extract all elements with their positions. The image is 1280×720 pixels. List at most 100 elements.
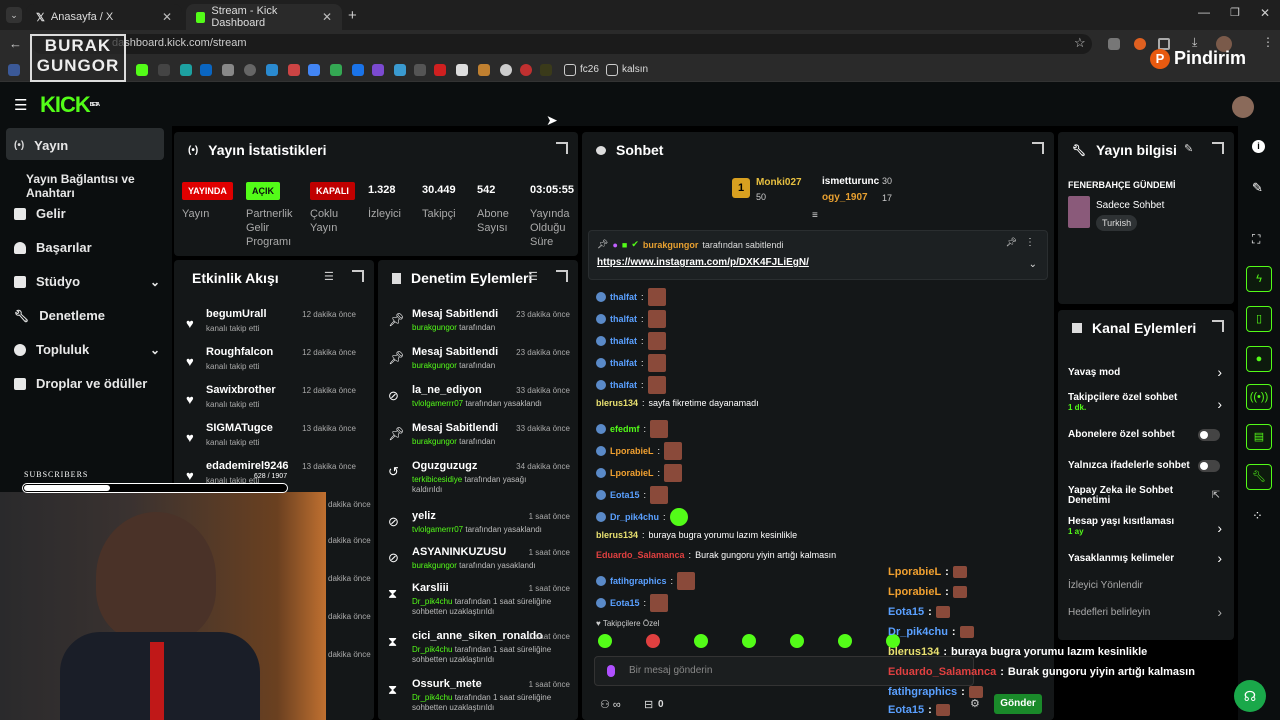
extension-icon[interactable] — [1108, 38, 1120, 50]
emote-icon[interactable] — [646, 634, 660, 648]
popout-icon[interactable] — [1212, 320, 1224, 332]
mod-actor[interactable]: burakgungor — [412, 561, 457, 570]
expand-chevron-icon[interactable]: ⌄ — [1029, 259, 1037, 270]
popout-icon[interactable] — [1032, 142, 1044, 154]
chat-username[interactable]: thalfat — [610, 292, 637, 302]
chevron-right-icon[interactable]: › — [1217, 396, 1222, 412]
tab-x[interactable]: 𝕏 Anasayfa / X ✕ — [26, 4, 182, 30]
sidebar-item-studyo[interactable]: Stüdyo ⌄ — [14, 274, 160, 289]
server-icon[interactable]: ▤ — [1246, 424, 1272, 450]
mod-actor[interactable]: burakgungor — [412, 323, 457, 332]
document-icon[interactable]: ▯ — [1246, 306, 1272, 332]
chat-username[interactable]: thalfat — [610, 358, 637, 368]
kick-logo[interactable]: KICKBETA — [40, 94, 100, 116]
mod-actor[interactable]: Dr_pik4chu — [412, 693, 452, 702]
bookmark-icon[interactable] — [222, 64, 234, 76]
broadcast-icon[interactable]: ((•)) — [1246, 384, 1272, 410]
emote-icon[interactable] — [838, 634, 852, 648]
minimize-button[interactable]: — — [1198, 5, 1210, 19]
scroll-down-icon[interactable]: ≡ — [812, 210, 818, 221]
close-tab-icon[interactable]: ✕ — [162, 10, 172, 24]
chat-icon[interactable]: ● — [1246, 346, 1272, 372]
unpin-icon[interactable]: 📌︎ — [1006, 237, 1017, 248]
bookmark-icon[interactable] — [8, 64, 20, 76]
bookmark-icon[interactable] — [352, 64, 364, 76]
filter-icon[interactable]: ☰ — [324, 270, 334, 283]
slow-mode-row[interactable]: Yavaş mod — [1068, 367, 1228, 378]
users-icon[interactable]: ⚇ ∞ — [600, 698, 621, 711]
bookmark-star-icon[interactable]: ☆ — [1074, 35, 1086, 51]
ai-moderation-row[interactable]: Yapay Zeka ile Sohbet Denetimi — [1068, 486, 1188, 506]
chat-username[interactable]: blerus134 — [596, 530, 638, 540]
leaderboard-user[interactable]: ogy_1907 — [822, 192, 868, 203]
emote-icon[interactable] — [598, 634, 612, 648]
hamburger-menu-icon[interactable]: ☰ — [14, 96, 27, 114]
chevron-right-icon[interactable]: › — [1217, 520, 1222, 536]
filter-icon[interactable]: ☰ — [528, 270, 538, 283]
chevron-right-icon[interactable]: › — [1217, 550, 1222, 566]
pinned-by[interactable]: burakgungor — [643, 240, 699, 250]
mod-actor[interactable]: tvlolgamerrr07 — [412, 399, 463, 408]
fullscreen-icon[interactable]: ⛶ — [1252, 232, 1260, 247]
chat-username[interactable]: LporabieL — [610, 446, 654, 456]
new-tab-button[interactable]: + — [348, 7, 357, 24]
chat-username[interactable]: thalfat — [610, 380, 637, 390]
bookmark-icon[interactable] — [456, 64, 468, 76]
leaderboard-user[interactable]: Monki027 — [756, 177, 802, 188]
bookmark-icon[interactable] — [244, 64, 256, 76]
bookmark-icon[interactable] — [478, 64, 490, 76]
bookmark-icon[interactable] — [414, 64, 426, 76]
raid-row[interactable]: İzleyici Yönlendir — [1068, 580, 1228, 591]
chat-username[interactable]: fatihgraphics — [610, 576, 667, 586]
category-name[interactable]: Sadece Sohbet — [1096, 200, 1164, 211]
address-field[interactable]: dashboard.kick.com/stream — [32, 34, 1092, 54]
emote-icon[interactable] — [742, 634, 756, 648]
mod-actor[interactable]: burakgungor — [412, 437, 457, 446]
sidebar-item-yayin-baglantisi[interactable]: Yayın Bağlantısı ve Anahtarı — [26, 172, 172, 200]
bookmark-icon[interactable] — [540, 64, 552, 76]
leaderboard-user[interactable]: ismetturunc — [822, 176, 879, 187]
bookmark-folder-fc26[interactable]: fc26 — [580, 64, 599, 75]
bookmark-icon[interactable] — [136, 64, 148, 76]
tab-list-button[interactable]: ⌄ — [6, 7, 22, 23]
goals-row[interactable]: Hedefleri belirleyin — [1068, 607, 1228, 618]
bookmark-icon[interactable] — [434, 64, 446, 76]
settings-gear-icon[interactable]: ⚙ — [970, 697, 980, 710]
more-options-icon[interactable]: ⋮ — [1025, 237, 1035, 248]
bookmark-icon[interactable] — [394, 64, 406, 76]
chat-username[interactable]: Eota15 — [610, 598, 640, 608]
bookmark-icon[interactable] — [266, 64, 278, 76]
bookmark-icon[interactable] — [330, 64, 342, 76]
edit-icon[interactable]: ✎ — [1252, 180, 1263, 196]
tab-kick-dashboard[interactable]: Stream - Kick Dashboard ✕ — [186, 4, 342, 30]
popout-icon[interactable] — [556, 270, 568, 282]
popout-icon[interactable] — [556, 142, 568, 154]
wrench-icon[interactable]: 🔧︎ — [1246, 464, 1272, 490]
menu-dots-icon[interactable]: ⋮ — [1262, 35, 1274, 49]
back-arrow-icon[interactable]: ← — [9, 36, 22, 51]
chat-username[interactable]: efedmf — [610, 424, 640, 434]
chat-username[interactable]: Dr_pik4chu — [610, 512, 659, 522]
chat-username[interactable]: blerus134 — [596, 398, 638, 408]
sidebar-item-droplar[interactable]: Droplar ve ödüller — [14, 376, 147, 391]
maximize-button[interactable]: ❐ — [1230, 6, 1240, 19]
mic-icon[interactable] — [607, 665, 615, 677]
lightning-icon[interactable]: ϟ — [1246, 266, 1272, 292]
mod-actor[interactable]: tvlolgamerrr07 — [412, 525, 463, 534]
pinned-link[interactable]: https://www.instagram.com/p/DXK4FJLiEgN/ — [597, 257, 809, 268]
user-avatar[interactable] — [1232, 96, 1254, 118]
mod-actor[interactable]: Dr_pik4chu — [412, 597, 452, 606]
emote-icon[interactable] — [790, 634, 804, 648]
bookmark-icon[interactable] — [158, 64, 170, 76]
bookmark-icon[interactable] — [372, 64, 384, 76]
banned-words-row[interactable]: Yasaklanmış kelimeler — [1068, 553, 1228, 564]
edit-pencil-icon[interactable]: ✎ — [1184, 142, 1193, 155]
chat-username[interactable]: thalfat — [610, 314, 637, 324]
bookmark-icon[interactable] — [308, 64, 320, 76]
gift-icon[interactable]: ⊟ — [644, 698, 653, 711]
popout-icon[interactable] — [1212, 142, 1224, 154]
chat-username[interactable]: LporabieL — [610, 468, 654, 478]
bookmark-icon[interactable] — [200, 64, 212, 76]
send-button[interactable]: Gönder — [994, 694, 1042, 714]
sidebar-item-denetleme[interactable]: 🔧︎ Denetleme — [14, 308, 105, 323]
